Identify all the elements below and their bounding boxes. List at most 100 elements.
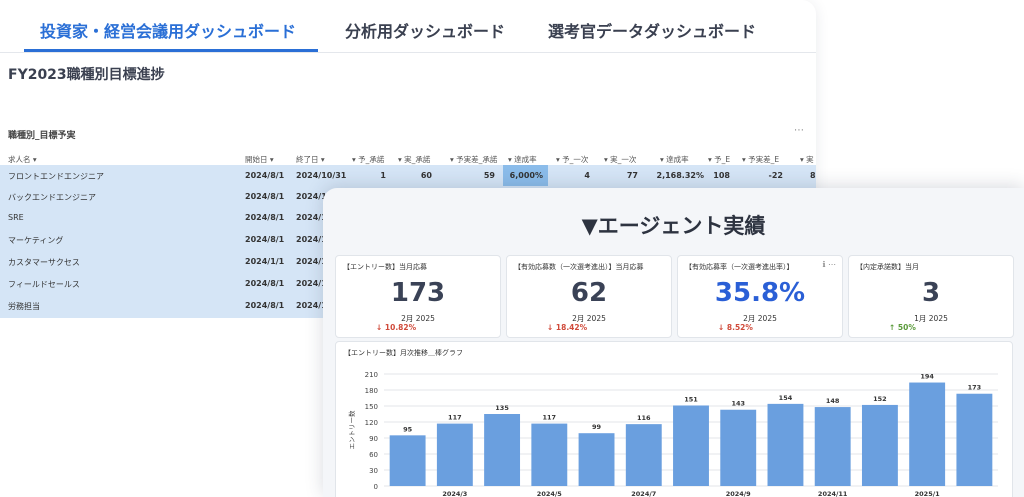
- bar: [531, 423, 568, 486]
- bar: [436, 423, 473, 486]
- bar-value-label: 117: [543, 414, 557, 422]
- kpi-delta: ↓ 10.82%: [376, 323, 417, 332]
- tab-analysis-dashboard[interactable]: 分析用ダッシュボード: [345, 18, 505, 42]
- y-axis-label: エントリー数: [347, 410, 356, 450]
- cell-plan-accept: 1: [380, 171, 386, 180]
- kpi-date: 2月 2025: [401, 314, 435, 323]
- active-tab-indicator: [24, 49, 318, 52]
- bar: [673, 405, 709, 486]
- cell-job-name: カスタマーサクセス: [8, 258, 80, 267]
- cell-actual: 8: [810, 171, 816, 180]
- column-header-rate-accept[interactable]: ▾ 達成率: [508, 154, 537, 165]
- cell-diff-accept: 59: [483, 171, 495, 180]
- y-tick-label: 120: [365, 419, 378, 427]
- x-tick-label: 2024/7: [631, 490, 656, 497]
- column-header-actual-accept[interactable]: ▾ 実_承諾: [398, 154, 430, 165]
- kpi-value: 62: [570, 278, 608, 308]
- entries-bar-chart: 0 30 60 90 120 150 180 210 エントリー数 95 117 2024/3 135 1…: [347, 371, 998, 497]
- agent-results-panel: ▼エージェント実績 【エントリー数】当月応募 173 2月 2025 ↓ 10.…: [323, 188, 1024, 497]
- column-header-plan-e[interactable]: ▾ 予_E: [708, 154, 730, 165]
- kpi-card-valid-rate[interactable]: 【有効応募率（一次選考進出率）】 ℹ ⋯ 35.8% 2月 2025 ↓ 8.5…: [677, 255, 843, 338]
- bar: [389, 435, 426, 486]
- entries-chart-card: 【エントリー数】月次推移＿棒グラフ 0 30 60 90 120 150 180 210 エント…: [335, 341, 1013, 497]
- column-header-diff-accept[interactable]: ▾ 予実差_承諾: [450, 154, 497, 165]
- kpi-card-offers-accepted[interactable]: 【内定承諾数】当月 3 1月 2025 ↑ 50%: [848, 255, 1014, 338]
- y-tick-label: 60: [369, 451, 378, 459]
- column-header-start[interactable]: 開始日 ▾: [245, 154, 274, 165]
- kpi-card-entries[interactable]: 【エントリー数】当月応募 173 2月 2025 ↓ 10.82%: [335, 255, 501, 338]
- column-header-diff-e[interactable]: ▾ 予実差_E: [742, 154, 779, 165]
- bar-value-label: 152: [873, 395, 887, 403]
- column-header-actual-first[interactable]: ▾ 実_一次: [604, 154, 636, 165]
- kpi-date: 1月 2025: [914, 314, 948, 323]
- x-tick-label: 2024/5: [537, 490, 562, 497]
- bar-value-label: 99: [592, 423, 602, 431]
- cell-rate-first: 2,168.32%: [656, 171, 705, 180]
- cell-start: 2024/8/1: [245, 213, 285, 222]
- kpi-value: 3: [921, 278, 941, 308]
- bar: [578, 433, 615, 486]
- column-header-plan-first[interactable]: ▾ 予_一次: [556, 154, 588, 165]
- more-icon[interactable]: ⋯: [794, 125, 804, 136]
- table-title: 職種別_目標予実: [8, 131, 76, 141]
- table-row[interactable]: フロントエンドエンジニア 2024/8/1 2024/10/31 1 60 59…: [0, 165, 816, 186]
- kpi-label: 【有効応募率（一次選考進出率）】: [685, 263, 794, 271]
- bar-value-label: 117: [448, 414, 462, 422]
- bar: [720, 409, 757, 486]
- kpi-value: 173: [390, 278, 446, 308]
- page-title: FY2023職種別目標進捗: [8, 67, 165, 83]
- tab-investor-dashboard[interactable]: 投資家・経営会議用ダッシュボード: [40, 18, 296, 42]
- bar-value-label: 143: [731, 400, 745, 408]
- cell-actual-first: 77: [626, 171, 638, 180]
- cell-rate-accept: 6,000%: [509, 171, 543, 180]
- kpi-label: 【内定承諾数】当月: [856, 263, 919, 271]
- bar-value-label: 95: [403, 425, 413, 433]
- bar: [861, 404, 898, 486]
- kpi-card-valid-applications[interactable]: 【有効応募数（一次選考進出）】当月応募 62 2月 2025 ↓ 18.42%: [506, 255, 672, 338]
- cell-start: 2024/8/1: [245, 235, 285, 244]
- kpi-label: 【エントリー数】当月応募: [343, 263, 427, 271]
- x-tick-label: 2024/11: [818, 490, 848, 497]
- kpi-value: 35.8%: [714, 278, 806, 308]
- cell-start: 2024/1/1: [245, 257, 285, 266]
- cell-job-name: フロントエンドエンジニア: [8, 172, 104, 181]
- bar: [625, 424, 662, 486]
- cell-diff-e: -22: [768, 171, 783, 180]
- column-header-job[interactable]: 求人名 ▾: [8, 154, 37, 165]
- x-tick-label: 2024/9: [726, 490, 751, 497]
- bar: [484, 414, 521, 486]
- cell-job-name: フィールドセールス: [8, 280, 80, 289]
- cell-job-name: マーケティング: [8, 236, 64, 245]
- cell-plan-e: 108: [713, 171, 730, 180]
- info-more-icon[interactable]: ℹ ⋯: [822, 260, 836, 269]
- y-tick-label: 210: [365, 371, 378, 379]
- y-tick-label: 0: [374, 483, 378, 491]
- kpi-delta: ↑ 50%: [889, 323, 916, 332]
- kpi-date: 2月 2025: [572, 314, 606, 323]
- y-tick-label: 180: [365, 387, 378, 395]
- bar: [814, 407, 851, 486]
- cell-job-name: 労務担当: [8, 302, 40, 311]
- column-header-rate-first[interactable]: ▾ 達成率: [660, 154, 689, 165]
- y-tick-label: 30: [369, 467, 378, 475]
- cell-actual-accept: 60: [420, 171, 432, 180]
- bar-value-label: 173: [968, 384, 982, 392]
- tab-interviewer-dashboard[interactable]: 選考官データダッシュボード: [548, 18, 756, 42]
- bar: [956, 393, 993, 486]
- column-header-end[interactable]: 終了日 ▾: [296, 154, 325, 165]
- bar: [909, 382, 946, 486]
- tab-bar: 投資家・経営会議用ダッシュボード 分析用ダッシュボード 選考官データダッシュボー…: [0, 0, 816, 53]
- column-header-plan-accept[interactable]: ▾ 予_承諾: [352, 154, 384, 165]
- x-tick-label: 2025/1: [915, 490, 940, 497]
- bar-value-label: 116: [637, 414, 651, 422]
- bar-value-label: 154: [779, 394, 793, 402]
- kpi-date: 2月 2025: [743, 314, 777, 323]
- bar-value-label: 194: [920, 373, 934, 381]
- cell-start: 2024/8/1: [245, 192, 285, 201]
- cell-plan-first: 4: [584, 171, 590, 180]
- bar-value-label: 148: [826, 397, 840, 405]
- cell-end: 2024/10/31: [296, 171, 347, 180]
- column-header-actual[interactable]: ▾ 実: [800, 154, 814, 165]
- bar: [767, 403, 804, 486]
- bar-value-label: 135: [495, 404, 509, 412]
